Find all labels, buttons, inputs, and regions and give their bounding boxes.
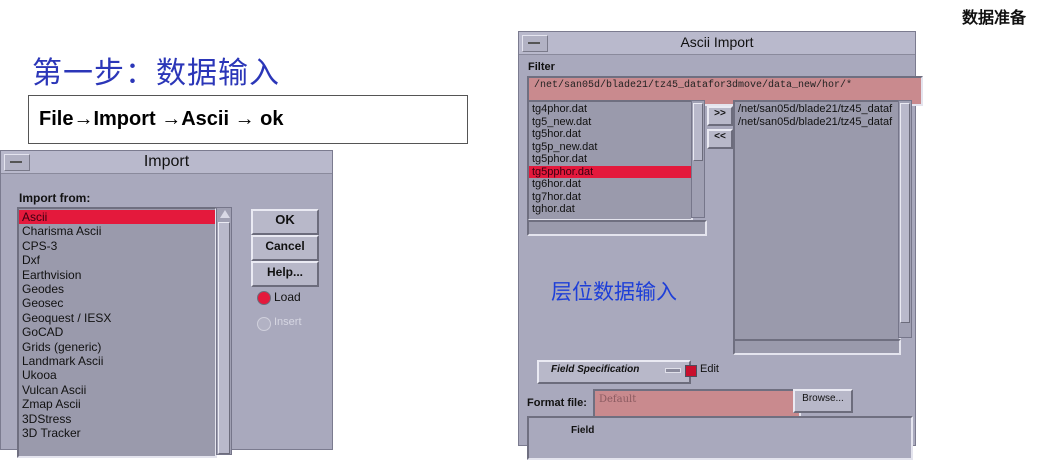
- filter-value: /net/san05d/blade21/tz45_datafor3dmove/d…: [534, 80, 853, 91]
- import-format-list[interactable]: Ascii Charisma Ascii CPS-3 Dxf Earthvision Ge…: [17, 207, 217, 458]
- import-format-item[interactable]: Geoquest / IESX: [19, 311, 215, 325]
- file-list-item[interactable]: tghor.dat: [529, 203, 691, 216]
- import-format-item[interactable]: 3DStress: [19, 412, 215, 426]
- scroll-thumb[interactable]: [900, 103, 910, 323]
- menu-path-box: File→Import →Ascii → ok: [28, 95, 468, 144]
- file-list-item[interactable]: tg5_new.dat: [529, 116, 691, 129]
- help-button[interactable]: Help...: [251, 261, 319, 287]
- file-list-item[interactable]: tg5p_new.dat: [529, 141, 691, 154]
- import-format-item[interactable]: Ascii: [19, 210, 215, 225]
- browse-button[interactable]: Browse...: [793, 389, 853, 413]
- import-format-item[interactable]: CPS-3: [19, 239, 215, 253]
- edit-checkbox[interactable]: [685, 365, 697, 377]
- slide-corner-title: 数据准备: [961, 8, 1026, 27]
- load-radio[interactable]: [257, 291, 271, 305]
- ascii-title: Ascii Import: [680, 34, 754, 50]
- selected-files-list[interactable]: /net/san05d/blade21/tz45_dataf/net/san05…: [733, 100, 901, 341]
- field-specification-dropdown[interactable]: Field Specification: [537, 360, 691, 384]
- import-title: Import: [143, 153, 190, 170]
- selected-file-item[interactable]: /net/san05d/blade21/tz45_dataf: [735, 116, 899, 129]
- ascii-titlebar[interactable]: Ascii Import: [519, 32, 915, 55]
- import-format-item[interactable]: Landmark Ascii: [19, 354, 215, 368]
- import-format-item[interactable]: Charisma Ascii: [19, 224, 215, 238]
- file-list-item[interactable]: tg5phor.dat: [529, 153, 691, 166]
- file-list-scrollbar[interactable]: [691, 100, 705, 218]
- file-list-item[interactable]: tg7hor.dat: [529, 191, 691, 204]
- field-label: Field: [571, 425, 595, 436]
- edit-label: Edit: [700, 363, 719, 375]
- filter-label: Filter: [528, 61, 555, 73]
- file-list[interactable]: tg4phor.dat tg5_new.dat tg5hor.dat tg5p_new…: [527, 100, 693, 221]
- file-list-item[interactable]: tg4phor.dat: [529, 103, 691, 116]
- file-list-hscroll[interactable]: [527, 220, 707, 236]
- dropdown-bar-icon: [665, 368, 681, 373]
- import-titlebar[interactable]: Import: [1, 151, 332, 174]
- remove-file-button[interactable]: <<: [707, 129, 733, 149]
- file-list-item[interactable]: tg5hor.dat: [529, 128, 691, 141]
- import-format-item[interactable]: Dxf: [19, 253, 215, 267]
- import-format-item[interactable]: Vulcan Ascii: [19, 383, 215, 397]
- menu-path-text: File→Import →Ascii → ok: [39, 108, 284, 130]
- import-format-item[interactable]: GoCAD: [19, 325, 215, 339]
- import-format-item[interactable]: Earthvision: [19, 268, 215, 282]
- import-format-item[interactable]: 3D Tracker: [19, 426, 215, 440]
- ok-button[interactable]: OK: [251, 209, 319, 235]
- import-format-item[interactable]: Geosec: [19, 296, 215, 310]
- import-format-item[interactable]: Zmap Ascii: [19, 397, 215, 411]
- file-list-item[interactable]: tg6hor.dat: [529, 178, 691, 191]
- insert-label: Insert: [274, 316, 302, 328]
- step-title: 第一步：数据输入: [32, 56, 280, 91]
- load-label: Load: [274, 290, 301, 304]
- field-panel: Field: [527, 416, 913, 460]
- annotation-text: 层位数据输入: [551, 280, 677, 304]
- import-format-item[interactable]: Geodes: [19, 282, 215, 296]
- field-specification-label: Field Specification: [551, 364, 640, 375]
- selected-file-item[interactable]: /net/san05d/blade21/tz45_dataf: [735, 103, 899, 116]
- import-dialog: Import Import from: Ascii Charisma Ascii C…: [0, 150, 333, 458]
- import-from-label: Import from:: [19, 191, 91, 205]
- import-list-scrollbar[interactable]: [216, 207, 232, 455]
- selected-files-scrollbar[interactable]: [898, 100, 912, 338]
- import-format-item[interactable]: Ukooa: [19, 368, 215, 382]
- format-file-label: Format file:: [527, 397, 587, 409]
- import-format-item[interactable]: Grids (generic): [19, 340, 215, 354]
- cancel-button[interactable]: Cancel: [251, 235, 319, 261]
- add-file-button[interactable]: >>: [707, 106, 733, 126]
- format-file-value: Default: [599, 394, 637, 405]
- scroll-thumb[interactable]: [218, 222, 230, 454]
- insert-radio[interactable]: [257, 317, 271, 331]
- file-list-item[interactable]: tg5pphor.dat: [529, 165, 691, 178]
- scroll-thumb[interactable]: [693, 103, 703, 161]
- selected-files-hscroll[interactable]: [733, 339, 901, 355]
- ascii-import-dialog: Ascii Import Filter /net/san05d/blade21/…: [518, 31, 923, 460]
- scroll-up-arrow-icon[interactable]: [218, 209, 230, 220]
